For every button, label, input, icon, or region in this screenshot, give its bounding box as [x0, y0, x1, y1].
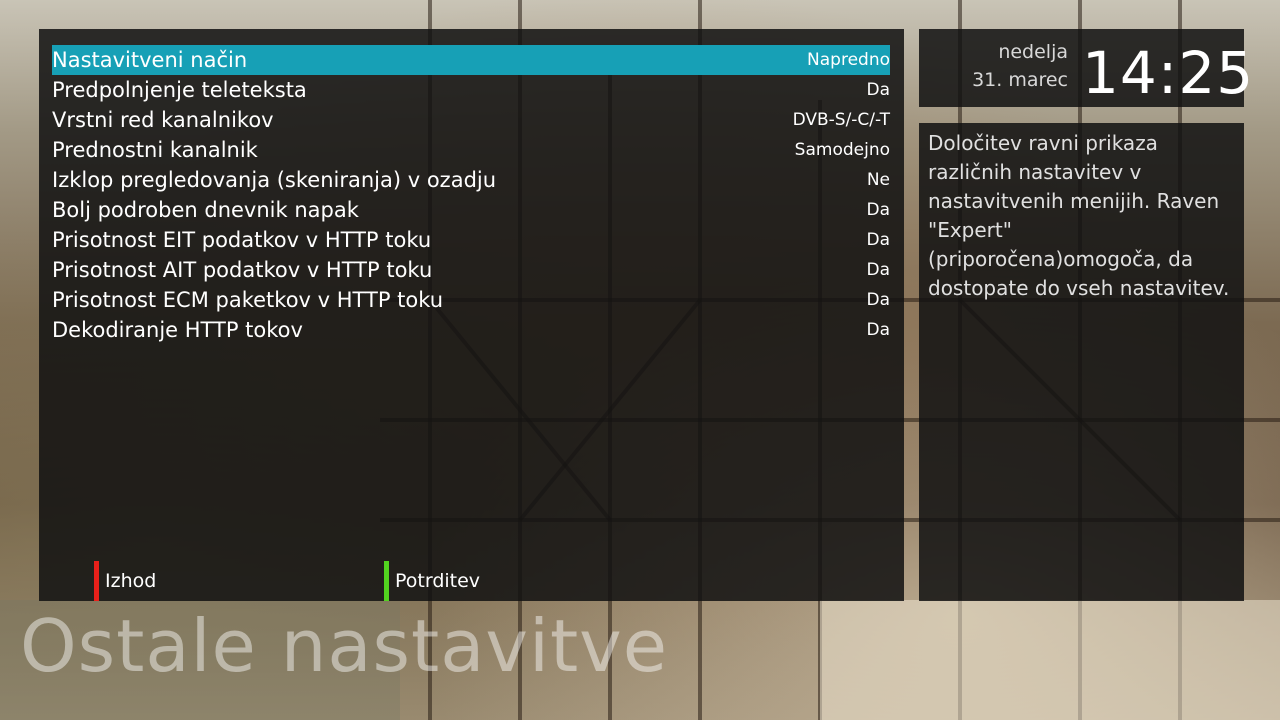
setting-value: Da [866, 260, 890, 280]
setting-label: Prisotnost ECM paketkov v HTTP toku [52, 288, 444, 312]
confirm-button[interactable]: Potrditev [384, 561, 480, 601]
screen-title: Ostale nastavitve [20, 604, 669, 688]
settings-row-teletext-prefill[interactable]: Predpolnjenje teleteksta Da [52, 75, 890, 105]
settings-row-http-decode[interactable]: Dekodiranje HTTP tokov Da [52, 315, 890, 345]
settings-panel: Nastavitveni način Napredno Predpolnjenj… [39, 29, 904, 601]
clock-panel: nedelja 31. marec 14:25 [919, 29, 1253, 107]
settings-row-verbose-log[interactable]: Bolj podroben dnevnik napak Da [52, 195, 890, 225]
green-key-indicator [384, 561, 389, 601]
setting-description: Določitev ravni prikaza različnih nastav… [928, 131, 1230, 300]
settings-row-eit-http[interactable]: Prisotnost EIT podatkov v HTTP toku Da [52, 225, 890, 255]
setting-label: Prisotnost EIT podatkov v HTTP toku [52, 228, 432, 252]
setting-label: Dekodiranje HTTP tokov [52, 318, 303, 342]
description-panel: Določitev ravni prikaza različnih nastav… [919, 123, 1244, 601]
settings-row-preferred-tuner[interactable]: Prednostni kanalnik Samodejno [52, 135, 890, 165]
setting-label: Prednostni kanalnik [52, 138, 258, 162]
settings-row-ecm-http[interactable]: Prisotnost ECM paketkov v HTTP toku Da [52, 285, 890, 315]
setting-value: Napredno [807, 50, 890, 70]
clock-date: 31. marec [972, 69, 1068, 91]
setting-label: Nastavitveni način [52, 48, 248, 72]
setting-value: Ne [866, 170, 890, 190]
settings-row-ait-http[interactable]: Prisotnost AIT podatkov v HTTP toku Da [52, 255, 890, 285]
settings-row-background-scan[interactable]: Izklop pregledovanja (skeniranja) v ozad… [52, 165, 890, 195]
setting-value: Samodejno [794, 140, 890, 160]
settings-row-setup-mode[interactable]: Nastavitveni način Napredno [52, 45, 890, 75]
setting-label: Vrstni red kanalnikov [52, 108, 274, 132]
setting-value: DVB-S/-C/-T [792, 110, 890, 130]
setting-label: Predpolnjenje teleteksta [52, 78, 307, 102]
setting-value: Da [866, 290, 890, 310]
setting-value: Da [866, 320, 890, 340]
setting-value: Da [866, 80, 890, 100]
setting-value: Da [866, 230, 890, 250]
red-key-indicator [94, 561, 99, 601]
setting-value: Da [866, 200, 890, 220]
clock-weekday: nedelja [998, 41, 1068, 63]
confirm-button-label: Potrditev [395, 570, 481, 592]
setting-label: Bolj podroben dnevnik napak [52, 198, 359, 222]
exit-button-label: Izhod [105, 570, 157, 592]
setting-label: Izklop pregledovanja (skeniranja) v ozad… [52, 168, 497, 192]
clock-time: 14:25 [1082, 39, 1255, 107]
settings-row-tuner-order[interactable]: Vrstni red kanalnikov DVB-S/-C/-T [52, 105, 890, 135]
exit-button[interactable]: Izhod [94, 561, 156, 601]
setting-label: Prisotnost AIT podatkov v HTTP toku [52, 258, 433, 282]
